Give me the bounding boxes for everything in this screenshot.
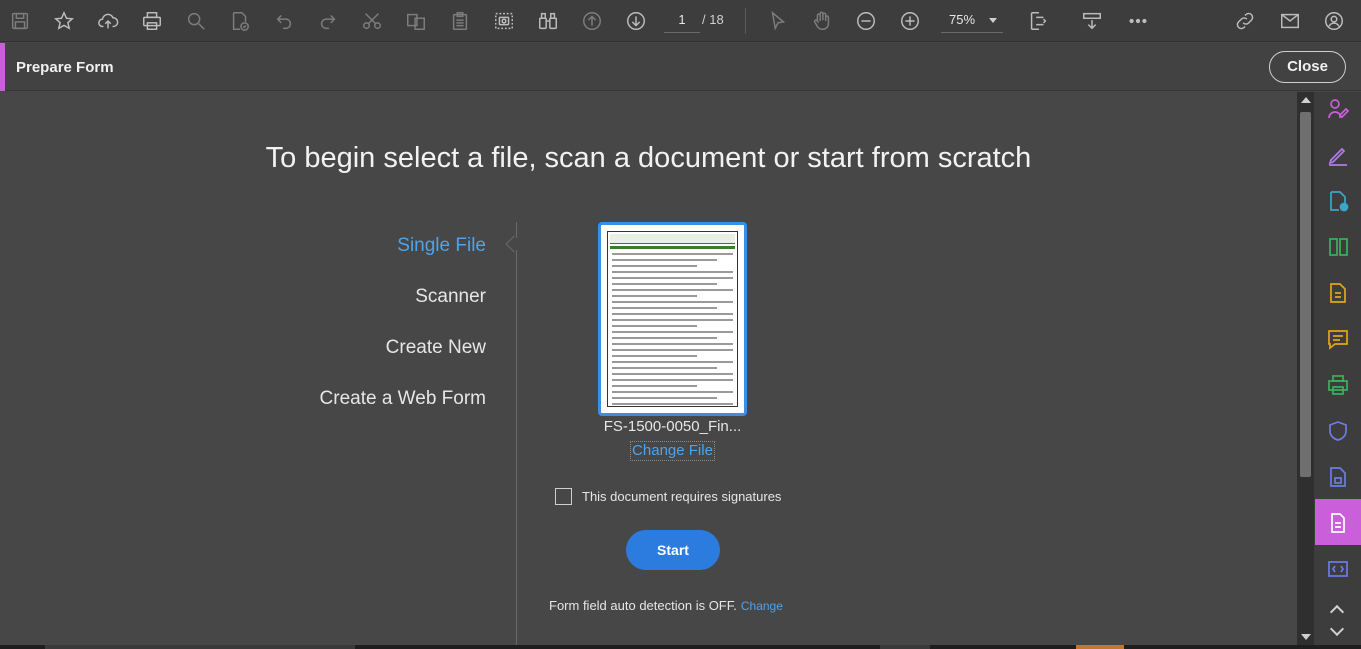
bottom-segment	[45, 645, 355, 649]
email-icon[interactable]	[1276, 7, 1304, 35]
javascript-icon[interactable]	[1324, 555, 1351, 582]
zoom-out-icon[interactable]	[852, 7, 880, 35]
autodetect-text: Form field auto detection is OFF.	[549, 598, 737, 613]
organize-pages-icon[interactable]	[1324, 233, 1351, 260]
protect-icon[interactable]	[1324, 417, 1351, 444]
bottom-strip	[0, 645, 1361, 649]
export-pdf-icon[interactable]	[1324, 279, 1351, 306]
signature-checkbox[interactable]	[555, 488, 572, 505]
option-single-file[interactable]: Single File	[397, 235, 486, 257]
scroll-up-arrow[interactable]	[1301, 97, 1311, 103]
spellcheck-icon[interactable]	[226, 7, 254, 35]
hand-tool-icon[interactable]	[808, 7, 836, 35]
autodetect-change-link[interactable]: Change	[741, 599, 783, 613]
document-preview	[607, 231, 738, 407]
scroll-mode-icon[interactable]	[1078, 7, 1106, 35]
signature-checkbox-label[interactable]: This document requires signatures	[582, 489, 781, 504]
page-number-input[interactable]: 1	[664, 9, 700, 33]
autodetect-status: Form field auto detection is OFF. Change	[549, 598, 783, 613]
main-content: To begin select a file, scan a document …	[0, 92, 1297, 645]
print-production-icon[interactable]	[1324, 371, 1351, 398]
page-heading: To begin select a file, scan a document …	[265, 142, 1032, 174]
copy-icon[interactable]	[402, 7, 430, 35]
scroll-down-arrow[interactable]	[1301, 634, 1311, 640]
undo-icon[interactable]	[270, 7, 298, 35]
option-create-web-form[interactable]: Create a Web Form	[320, 388, 486, 410]
page-up-icon[interactable]	[578, 7, 606, 35]
page-total: / 18	[702, 12, 724, 27]
zoom-select[interactable]: 75%	[941, 9, 1003, 33]
start-button[interactable]: Start	[626, 530, 720, 570]
paste-icon[interactable]	[446, 7, 474, 35]
bottom-segment	[880, 645, 930, 649]
snapshot-icon[interactable]	[490, 7, 518, 35]
redo-icon[interactable]	[314, 7, 342, 35]
more-icon[interactable]	[1124, 7, 1152, 35]
zoom-value: 75%	[949, 12, 976, 27]
find-binoculars-icon[interactable]	[534, 7, 562, 35]
comment-icon[interactable]	[1324, 325, 1351, 352]
scan-ocr-icon[interactable]	[1324, 463, 1351, 490]
zoom-in-icon[interactable]	[896, 7, 924, 35]
vertical-scrollbar[interactable]	[1297, 92, 1314, 645]
search-icon[interactable]	[182, 7, 210, 35]
options-divider	[516, 222, 517, 645]
bottom-segment-highlight	[1076, 645, 1124, 649]
cut-icon[interactable]	[358, 7, 386, 35]
chevron-down-icon	[989, 18, 997, 23]
right-tools-pane	[1314, 92, 1361, 649]
chevron-down-icon[interactable]	[1329, 621, 1345, 637]
top-toolbar: 1 / 18 75%	[0, 0, 1361, 42]
create-pdf-icon[interactable]	[1324, 187, 1351, 214]
option-scanner[interactable]: Scanner	[415, 286, 486, 308]
close-button[interactable]: Close	[1269, 51, 1346, 83]
tool-accent-bar	[0, 43, 5, 91]
file-name: FS-1500-0050_Fin...	[603, 418, 742, 435]
print-icon[interactable]	[138, 7, 166, 35]
page-display-icon[interactable]	[1024, 7, 1052, 35]
page-down-icon[interactable]	[622, 7, 650, 35]
save-icon[interactable]	[6, 7, 34, 35]
select-cursor-icon[interactable]	[764, 7, 792, 35]
document-thumbnail[interactable]	[598, 222, 747, 416]
star-icon[interactable]	[50, 7, 78, 35]
upload-cloud-icon[interactable]	[94, 7, 122, 35]
option-create-new[interactable]: Create New	[386, 337, 486, 359]
scrollbar-thumb[interactable]	[1300, 112, 1311, 477]
toolbar-divider	[745, 8, 746, 34]
request-signature-icon[interactable]	[1324, 95, 1351, 122]
fill-sign-icon[interactable]	[1324, 141, 1351, 168]
share-link-icon[interactable]	[1231, 7, 1259, 35]
change-file-link[interactable]: Change File	[630, 441, 715, 461]
account-icon[interactable]	[1320, 7, 1348, 35]
prepare-form-header: Prepare Form Close	[0, 43, 1361, 91]
prepare-form-icon[interactable]	[1324, 509, 1351, 536]
selection-notch	[505, 235, 523, 253]
chevron-up-icon[interactable]	[1329, 604, 1345, 620]
tool-title: Prepare Form	[16, 59, 114, 76]
